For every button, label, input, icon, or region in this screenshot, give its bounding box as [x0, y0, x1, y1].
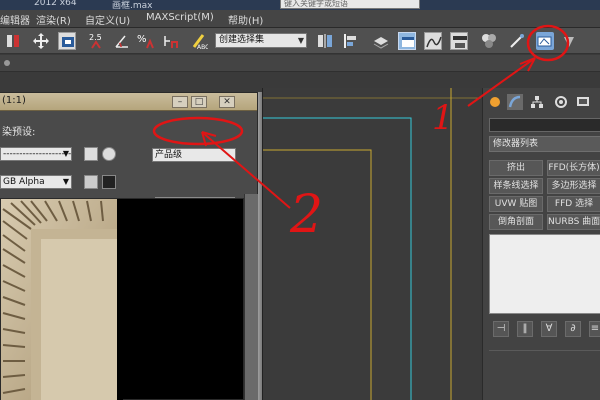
preset-label: 染预设: — [2, 127, 36, 138]
title-bar: 2012 x64 画框.max 键入关键字或短语 — [0, 0, 600, 10]
main-toolbar: 2.5 % ABC 创建选择集 ▼ — [0, 28, 600, 54]
preset-dropdown[interactable]: ----------------------------------------… — [0, 147, 72, 161]
channel-dropdown[interactable]: GB Alpha ▼ — [0, 175, 72, 189]
modifier-button-bevel-profile[interactable]: 倒角剖面 — [489, 214, 543, 230]
schematic-view-icon[interactable] — [450, 32, 468, 50]
production-dropdown[interactable]: 产品级 — [152, 148, 236, 162]
modifier-button-spline-select[interactable]: 样条线选择 — [489, 178, 543, 194]
create-tab-icon[interactable] — [487, 94, 503, 110]
pin-stack-icon[interactable]: ⊣ — [493, 321, 509, 337]
save-preset-icon[interactable] — [84, 147, 98, 161]
material-editor-icon[interactable] — [480, 32, 498, 50]
command-panel: 修改器列表 挤出 FFD(长方体) 样条线选择 多边形选择 UVW 贴图 FFD… — [482, 88, 600, 400]
mirror-icon[interactable] — [316, 32, 334, 50]
document-title-fragment: 画框.max — [112, 1, 153, 10]
stack-toolbar: ⊣ ‖ ∀ ∂ ≡ — [489, 320, 600, 338]
modifier-button-extrude[interactable]: 挤出 — [489, 160, 543, 176]
show-end-result-icon[interactable]: ‖ — [517, 321, 533, 337]
minimize-icon[interactable]: – — [172, 96, 188, 108]
ribbon-strip — [0, 55, 600, 72]
configure-sets-icon[interactable]: ≡ — [589, 321, 600, 337]
search-input[interactable]: 键入关键字或短语 — [280, 0, 420, 9]
select-icon[interactable] — [4, 32, 22, 50]
app-title-fragment: 2012 x64 — [34, 0, 77, 8]
modifier-button-poly-select[interactable]: 多边形选择 — [547, 178, 600, 194]
menu-item-help[interactable]: 帮助(H) — [228, 12, 263, 27]
percent-snap-icon[interactable]: % — [137, 32, 155, 50]
production-value: 产品级 — [155, 150, 183, 160]
annotation-label-1: 1 — [432, 98, 454, 138]
display-tab-icon[interactable] — [575, 94, 591, 110]
motion-tab-icon[interactable] — [553, 94, 569, 110]
load-preset-icon[interactable] — [102, 147, 116, 161]
preset-value: ---------------------------------------- — [3, 149, 72, 159]
maximize-icon[interactable]: □ — [191, 96, 207, 108]
layer-icon[interactable] — [372, 32, 390, 50]
object-name-field[interactable] — [489, 118, 600, 132]
channel-value: GB Alpha — [3, 177, 45, 187]
svg-text:%: % — [137, 34, 147, 45]
modifier-button-uvw-map[interactable]: UVW 贴图 — [489, 196, 543, 212]
render-production-icon[interactable] — [560, 32, 578, 50]
curve-editor-icon[interactable] — [424, 32, 442, 50]
align-icon[interactable] — [342, 32, 360, 50]
chevron-down-icon: ▼ — [297, 36, 304, 45]
render-setup-icon[interactable] — [508, 32, 526, 50]
hierarchy-tab-icon[interactable] — [529, 94, 545, 110]
modifier-button-nurbs-surface[interactable]: NURBS 曲面 — [547, 214, 600, 230]
make-unique-icon[interactable]: ∀ — [541, 321, 557, 337]
parameters-rollout — [489, 350, 600, 400]
modifier-button-ffd-select[interactable]: FFD 选择 — [547, 196, 600, 212]
selection-set-dropdown[interactable]: 创建选择集 ▼ — [215, 33, 307, 48]
chevron-down-icon: ▼ — [62, 177, 69, 186]
snap-2.5-icon[interactable]: 2.5 — [88, 32, 106, 50]
command-panel-tabs — [487, 92, 599, 112]
mono-display-icon[interactable] — [102, 175, 116, 189]
graphite-icon[interactable] — [398, 32, 416, 50]
svg-text:2.5: 2.5 — [89, 33, 102, 42]
channel-display-icon[interactable] — [84, 175, 98, 189]
rendered-frame-icon[interactable] — [536, 32, 554, 50]
selection-set-value: 创建选择集 — [219, 35, 265, 45]
annotation-label-2: 2 — [290, 185, 324, 245]
spinner-snap-icon[interactable] — [162, 32, 180, 50]
menu-item-customize[interactable]: 自定义(U) — [85, 12, 130, 27]
modifier-button-ffd-box[interactable]: FFD(长方体) — [547, 160, 600, 176]
viewport-icon[interactable] — [58, 32, 76, 50]
chevron-down-icon: ▼ — [62, 149, 69, 158]
menu-item-rendering[interactable]: 渲染(R) — [36, 12, 71, 27]
angle-snap-icon[interactable] — [113, 32, 131, 50]
dialog-title-bar[interactable]: (1:1) – □ ✕ — [0, 93, 257, 111]
move-icon[interactable] — [32, 32, 50, 50]
modifier-stack[interactable] — [489, 234, 600, 314]
edit-named-sets-icon[interactable]: ABC — [190, 32, 209, 51]
picture-frame-render — [1, 199, 123, 400]
remove-modifier-icon[interactable]: ∂ — [565, 321, 581, 337]
menu-bar: 编辑器 渲染(R) 自定义(U) MAXScript(M) 帮助(H) — [0, 10, 600, 28]
modifier-list-dropdown[interactable]: 修改器列表 — [489, 136, 600, 152]
ribbon-toggle-icon[interactable] — [4, 60, 10, 66]
close-icon[interactable]: ✕ — [219, 96, 235, 108]
menu-item-maxscript[interactable]: MAXScript(M) — [146, 12, 214, 23]
render-preview — [0, 198, 244, 400]
svg-text:ABC: ABC — [197, 44, 208, 50]
dialog-title: (1:1) — [2, 95, 26, 106]
menu-item-editors[interactable]: 编辑器 — [0, 12, 30, 27]
preview-scrollbar[interactable] — [244, 194, 258, 400]
modify-tab-icon[interactable] — [507, 94, 523, 110]
